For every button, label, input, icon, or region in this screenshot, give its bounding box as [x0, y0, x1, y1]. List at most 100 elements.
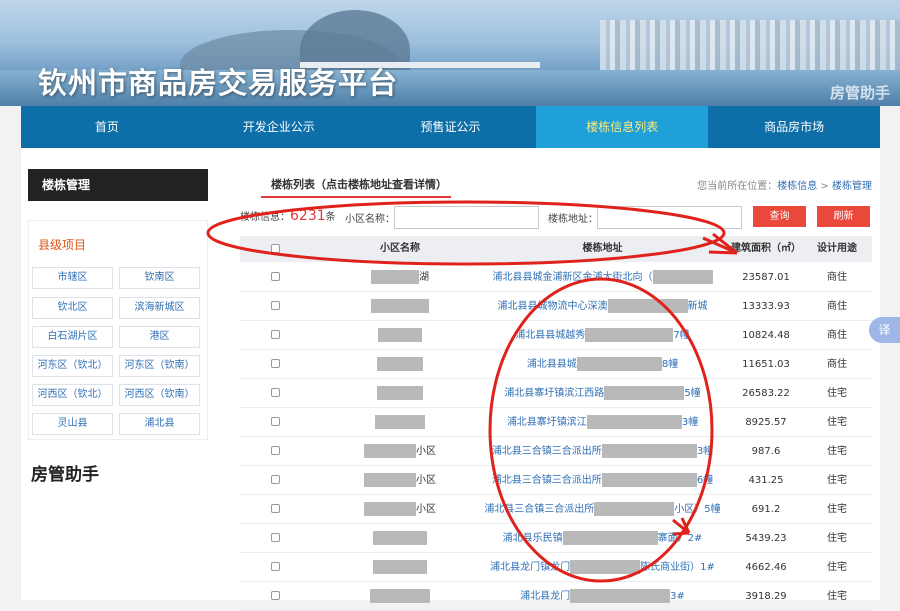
address-text-start[interactable]: 浦北县县城越秀: [515, 330, 585, 341]
district-link[interactable]: 河东区（钦北）: [32, 355, 113, 377]
address-text-end[interactable]: 7幢: [673, 330, 689, 341]
community-name-text: 湖: [419, 272, 429, 283]
address-text-end[interactable]: 新城: [688, 301, 708, 312]
address-text-start[interactable]: 浦北县龙门: [520, 591, 570, 602]
breadcrumb: 您当前所在位置：楼栋信息 > 楼栋管理: [697, 177, 872, 192]
address-text-end[interactable]: 8幢: [662, 359, 678, 370]
row-checkbox[interactable]: [271, 475, 280, 484]
nav-housing-market[interactable]: 商品房市场: [708, 106, 880, 148]
cell-building-address[interactable]: 浦北县龙门镇龙门 陈氏商业街）1#: [475, 553, 730, 582]
cell-building-address[interactable]: 浦北县县城金浦新区金浦大街北向（: [475, 263, 730, 292]
address-text-start[interactable]: 浦北县寨圩镇滨江: [507, 417, 587, 428]
header-floor-area: 建筑面积（㎡）: [731, 243, 801, 254]
table-header: 小区名称 楼栋地址 建筑面积（㎡） 设计用途: [240, 236, 872, 262]
query-button[interactable]: 查询: [753, 206, 806, 227]
community-name-input[interactable]: [394, 206, 539, 229]
address-text-end[interactable]: 小区）5幢: [674, 504, 720, 515]
address-text-end[interactable]: 3幢: [682, 417, 698, 428]
cell-floor-area: 5439.23: [745, 533, 787, 544]
cell-design-use: 商住: [827, 272, 847, 283]
district-link[interactable]: 白石湖片区: [32, 326, 113, 348]
redacted-block: [364, 502, 416, 516]
table-row: 浦北县龙门镇龙门 陈氏商业街）1# 4662.46 住宅: [240, 553, 872, 582]
row-checkbox[interactable]: [271, 272, 280, 281]
address-text-start[interactable]: 浦北县寨圩镇滨江西路: [504, 388, 604, 399]
row-checkbox[interactable]: [271, 504, 280, 513]
cell-community-name: [325, 408, 475, 437]
cell-building-address[interactable]: 浦北县县城物流中心深澳 新城: [475, 292, 730, 321]
address-text-start[interactable]: 浦北县县城物流中心深澳: [498, 301, 608, 312]
cell-building-address[interactable]: 浦北县寨圩镇滨江西路 5幢: [475, 379, 730, 408]
breadcrumb-building-info[interactable]: 楼栋信息: [777, 181, 817, 192]
redacted-block: [364, 473, 416, 487]
row-checkbox[interactable]: [271, 446, 280, 455]
redacted-block: [371, 270, 419, 284]
district-link[interactable]: 市辖区: [32, 267, 113, 289]
row-checkbox[interactable]: [271, 591, 280, 600]
refresh-button[interactable]: 刷新: [817, 206, 870, 227]
cell-building-address[interactable]: 浦北县龙门 3#: [475, 582, 730, 611]
district-link[interactable]: 滨海新城区: [119, 297, 200, 319]
nav-building-list[interactable]: 楼栋信息列表: [536, 106, 709, 148]
row-checkbox[interactable]: [271, 562, 280, 571]
row-checkbox[interactable]: [271, 388, 280, 397]
cell-building-address[interactable]: 浦北县县城 8幢: [475, 350, 730, 379]
nav-presale-permit[interactable]: 预售证公示: [365, 106, 537, 148]
cell-community-name: 小区: [325, 437, 475, 466]
address-text-end[interactable]: 5幢: [684, 388, 700, 399]
address-text-start[interactable]: 浦北县县城金浦新区金浦大街北向（: [493, 272, 653, 283]
cell-building-address[interactable]: 浦北县三合镇三合派出所 6幢: [475, 466, 730, 495]
address-text-start[interactable]: 浦北县三合镇三合派出所: [484, 504, 594, 515]
address-text-end[interactable]: 3#: [670, 591, 685, 602]
redacted-block: [570, 560, 641, 574]
header-banner: 钦州市商品房交易服务平台 房管助手: [0, 0, 900, 106]
cell-building-address[interactable]: 浦北县三合镇三合派出所 3幢: [475, 437, 730, 466]
address-text-start[interactable]: 浦北县乐民镇: [503, 533, 563, 544]
district-link[interactable]: 钦南区: [119, 267, 200, 289]
district-link[interactable]: 河西区（钦南）: [119, 384, 200, 406]
address-text-start[interactable]: 浦北县龙门镇龙门: [490, 562, 570, 573]
redacted-block: [586, 415, 682, 429]
redacted-block: [370, 589, 430, 603]
cell-floor-area: 987.6: [751, 446, 781, 457]
building-address-input[interactable]: [597, 206, 742, 229]
address-text-start[interactable]: 浦北县县城: [527, 359, 577, 370]
nav-developer-disclosure[interactable]: 开发企业公示: [193, 106, 365, 148]
address-text-start[interactable]: 浦北县三合镇三合派出所: [492, 475, 602, 486]
sidebar-heading: 楼栋管理: [28, 169, 208, 201]
cell-community-name: 湖: [325, 263, 475, 292]
address-text-start[interactable]: 浦北县三合镇三合派出所: [492, 446, 602, 457]
district-link[interactable]: 河东区（钦南）: [119, 355, 200, 377]
district-link[interactable]: 钦北区: [32, 297, 113, 319]
cell-floor-area: 13333.93: [742, 301, 790, 312]
address-text-end[interactable]: 寨面）2#: [658, 533, 703, 544]
cell-building-address[interactable]: 浦北县寨圩镇滨江 3幢: [475, 408, 730, 437]
redacted-block: [576, 357, 662, 371]
cell-building-address[interactable]: 浦北县三合镇三合派出所 小区）5幢: [475, 495, 730, 524]
cell-building-address[interactable]: 浦北县乐民镇 寨面）2#: [475, 524, 730, 553]
cell-building-address[interactable]: 浦北县县城越秀 7幢: [475, 321, 730, 350]
district-link[interactable]: 港区: [119, 326, 200, 348]
redacted-block: [371, 299, 429, 313]
nav-home[interactable]: 首页: [21, 106, 193, 148]
redacted-block: [594, 502, 675, 516]
building-address-label: 楼栋地址：: [548, 214, 598, 225]
district-link[interactable]: 河西区（钦北）: [32, 384, 113, 406]
table-row: 小区 浦北县三合镇三合派出所 6幢 431.25 住宅: [240, 466, 872, 495]
cell-floor-area: 691.2: [751, 504, 781, 515]
row-checkbox[interactable]: [271, 417, 280, 426]
row-checkbox[interactable]: [271, 301, 280, 310]
row-checkbox[interactable]: [271, 533, 280, 542]
select-all-checkbox[interactable]: [271, 244, 280, 253]
cell-floor-area: 3918.29: [745, 591, 787, 602]
redacted-block: [604, 386, 685, 400]
district-link[interactable]: 浦北县: [119, 413, 200, 435]
breadcrumb-building-mgmt[interactable]: 楼栋管理: [832, 181, 872, 192]
address-text-end[interactable]: 6幢: [697, 475, 713, 486]
row-checkbox[interactable]: [271, 359, 280, 368]
translate-icon[interactable]: 译: [869, 317, 900, 343]
district-link[interactable]: 灵山县: [32, 413, 113, 435]
address-text-end[interactable]: 陈氏商业街）1#: [640, 562, 715, 573]
address-text-end[interactable]: 3幢: [697, 446, 713, 457]
row-checkbox[interactable]: [271, 330, 280, 339]
